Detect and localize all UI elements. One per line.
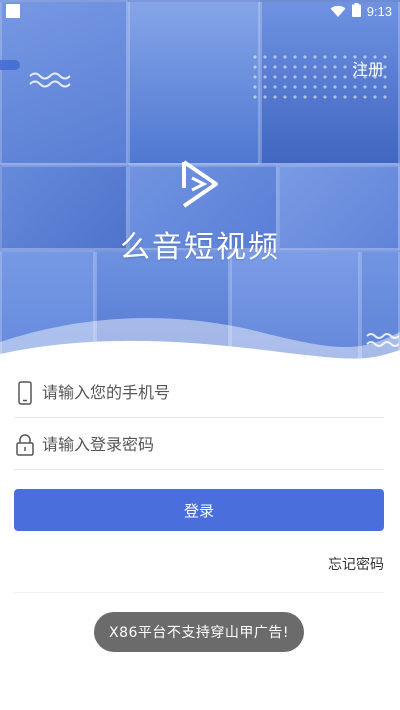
app-name: 么音短视频 bbox=[120, 230, 280, 265]
phone-field bbox=[14, 368, 384, 418]
wave-icon bbox=[29, 72, 71, 88]
divider bbox=[14, 592, 384, 593]
decorative-pill bbox=[0, 60, 20, 70]
status-bar: 9:13 bbox=[0, 0, 400, 22]
password-input[interactable] bbox=[42, 435, 384, 454]
forgot-password-link[interactable]: 忘记密码 bbox=[328, 554, 384, 574]
lock-icon bbox=[14, 433, 36, 456]
wifi-icon bbox=[330, 5, 346, 18]
phone-input[interactable] bbox=[42, 383, 384, 402]
login-form: 登录 忘记密码 bbox=[0, 366, 400, 710]
register-button[interactable]: 注册 bbox=[352, 56, 384, 80]
hero-wave-edge bbox=[0, 318, 400, 372]
play-logo-icon bbox=[182, 160, 218, 208]
notification-icon bbox=[6, 4, 20, 18]
phone-icon bbox=[14, 380, 36, 405]
password-field bbox=[14, 420, 384, 470]
status-time: 9:13 bbox=[366, 3, 392, 19]
login-button[interactable]: 登录 bbox=[14, 489, 384, 531]
battery-icon bbox=[351, 2, 361, 20]
toast-message: X86平台不支持穿山甲广告! bbox=[94, 612, 304, 652]
app-logo: 么音短视频 bbox=[0, 158, 400, 266]
